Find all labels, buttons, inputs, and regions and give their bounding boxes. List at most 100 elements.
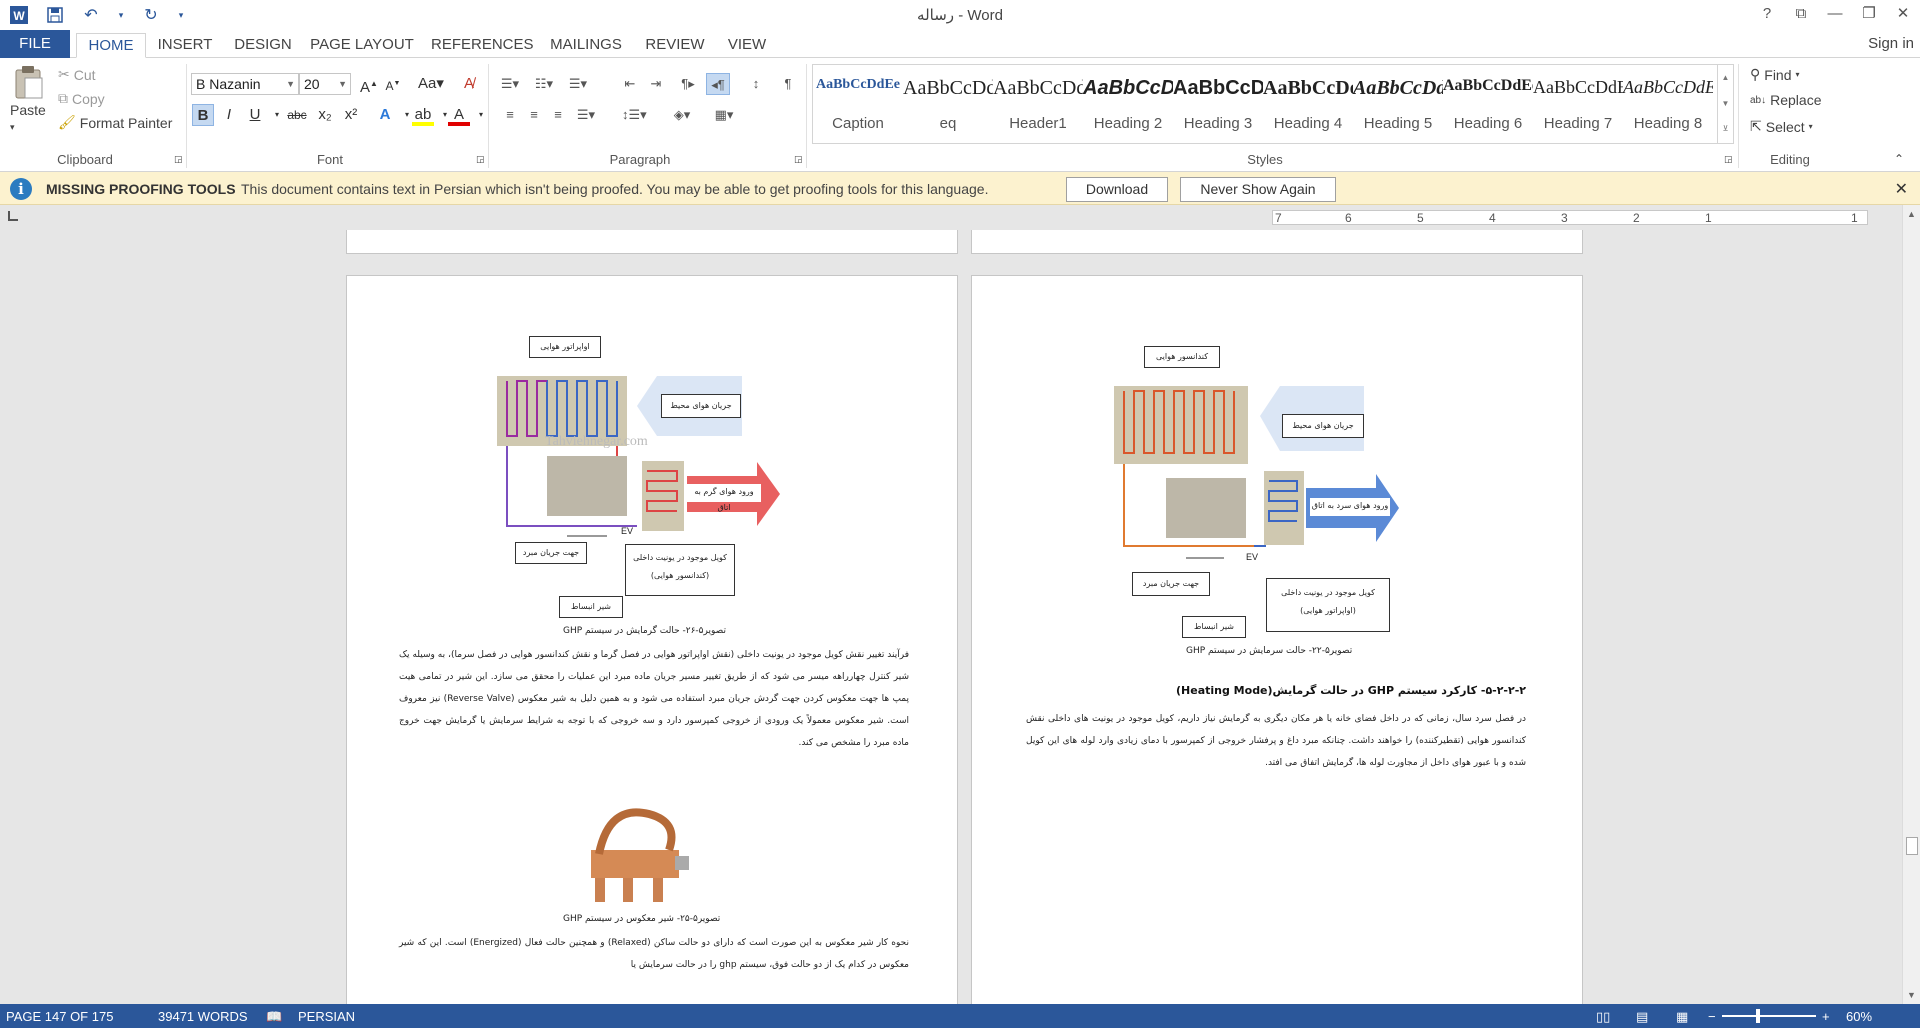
copy-button[interactable]: ⧉ Copy	[58, 90, 105, 107]
page-right[interactable]: کندانسور هوایی جریان هوای محیط ورود هوای…	[971, 275, 1583, 1004]
close-icon[interactable]: ✕	[1886, 0, 1920, 28]
print-layout-icon[interactable]: ▤	[1636, 1009, 1648, 1025]
style-heading-7[interactable]: AaBbCcDdEe Heading 7	[1533, 65, 1623, 143]
zoom-in-icon[interactable]: +	[1822, 1009, 1830, 1024]
collapse-ribbon-icon[interactable]: ⌃	[1894, 152, 1904, 166]
tab-home[interactable]: HOME	[76, 33, 146, 58]
style-heading-5[interactable]: AaBbCcDdEe Heading 5	[1353, 65, 1443, 143]
bold-button[interactable]: B	[192, 104, 214, 126]
more-styles-icon[interactable]: ⊻	[1718, 117, 1733, 141]
line-spacing-icon[interactable]: ↕☰▾	[622, 104, 647, 126]
styles-scroll[interactable]: ▲ ▼ ⊻	[1717, 65, 1733, 143]
tab-review[interactable]: REVIEW	[640, 33, 710, 58]
clear-formatting-icon[interactable]: A̸	[458, 73, 480, 95]
style-heading-6[interactable]: AaBbCcDdEe Heading 6	[1443, 65, 1533, 143]
increase-indent-icon[interactable]: ⇥	[644, 73, 668, 95]
subscript-button[interactable]: x₂	[314, 104, 336, 126]
minimize-icon[interactable]: —	[1818, 0, 1852, 28]
font-name-combo[interactable]: B Nazanin ▼	[191, 73, 299, 95]
chevron-down-icon[interactable]: ▼	[1907, 990, 1916, 1000]
style-caption[interactable]: AaBbCcDdEe Caption	[813, 65, 903, 143]
align-left-icon[interactable]: ≡	[498, 104, 522, 126]
help-icon[interactable]: ?	[1750, 0, 1784, 28]
horizontal-ruler[interactable]: 7 6 5 4 3 2 1 1	[0, 205, 1902, 230]
tab-page-layout[interactable]: PAGE LAYOUT	[310, 33, 414, 58]
scroll-thumb[interactable]	[1906, 837, 1918, 855]
ruler-bar[interactable]: 7 6 5 4 3 2 1 1	[1272, 210, 1868, 225]
text-effects-icon[interactable]: A	[374, 104, 396, 126]
chevron-up-icon[interactable]: ▲	[1718, 65, 1733, 91]
font-color-icon[interactable]: A	[448, 104, 470, 126]
tab-view[interactable]: VIEW	[722, 33, 772, 58]
rtl-direction-icon[interactable]: ◂¶	[706, 73, 730, 95]
replace-button[interactable]: ab↓ Replace	[1750, 92, 1822, 108]
highlight-icon[interactable]: ab	[412, 104, 434, 126]
shrink-font-icon[interactable]: A▼	[382, 73, 404, 95]
page-count[interactable]: PAGE 147 OF 175	[6, 1009, 113, 1024]
style-heading-8[interactable]: AaBbCcDdEe Heading 8	[1623, 65, 1713, 143]
zoom-slider-thumb[interactable]	[1756, 1009, 1760, 1023]
numbering-icon[interactable]: ☷▾	[532, 73, 556, 95]
clipboard-launcher-icon[interactable]: ◲	[174, 154, 183, 165]
shading-icon[interactable]: ◈▾	[670, 104, 694, 126]
ltr-direction-icon[interactable]: ¶▸	[676, 73, 700, 95]
close-icon[interactable]: ✕	[1895, 179, 1908, 199]
change-case-icon[interactable]: Aa▾	[414, 73, 448, 95]
align-center-icon[interactable]: ≡	[522, 104, 546, 126]
styles-launcher-icon[interactable]: ◲	[1724, 154, 1733, 165]
tab-insert[interactable]: INSERT	[156, 33, 214, 58]
borders-icon[interactable]: ▦▾	[712, 104, 736, 126]
font-launcher-icon[interactable]: ◲	[476, 154, 485, 165]
sort-icon[interactable]: ↕	[744, 73, 768, 95]
select-button[interactable]: ⇱ Select ▾	[1750, 118, 1813, 135]
style-eq[interactable]: AaBbCcDdEe eq	[903, 65, 993, 143]
read-mode-icon[interactable]: ▯▯	[1596, 1009, 1610, 1025]
never-show-again-button[interactable]: Never Show Again	[1180, 177, 1336, 202]
tab-references[interactable]: REFERENCES	[431, 33, 534, 58]
tab-selector-icon[interactable]	[8, 211, 18, 221]
superscript-button[interactable]: x²	[340, 104, 362, 126]
web-layout-icon[interactable]: ▦	[1676, 1009, 1688, 1025]
italic-button[interactable]: I	[218, 104, 240, 126]
zoom-out-icon[interactable]: −	[1708, 1009, 1716, 1024]
paste-dropdown[interactable]: ▾	[10, 122, 15, 133]
page-top-left[interactable]	[346, 230, 958, 254]
font-size-combo[interactable]: 20 ▼	[299, 73, 351, 95]
tab-file[interactable]: FILE	[0, 30, 70, 58]
justify-icon[interactable]: ☰▾	[574, 104, 598, 126]
vertical-scrollbar[interactable]: ▲ ▼	[1902, 205, 1920, 1004]
paste-button[interactable]: Paste	[10, 64, 46, 118]
page-left[interactable]: اواپراتور هوایی جریان هوای محیط Tahviehn…	[346, 275, 958, 1004]
chevron-down-icon[interactable]: ▼	[1718, 91, 1733, 117]
paragraph-launcher-icon[interactable]: ◲	[794, 154, 803, 165]
word-count[interactable]: 39471 WORDS	[158, 1009, 248, 1024]
download-button[interactable]: Download	[1066, 177, 1168, 202]
strikethrough-button[interactable]: abc	[282, 104, 312, 126]
decrease-indent-icon[interactable]: ⇤	[618, 73, 642, 95]
style-heading-4[interactable]: AaBbCcDdEe Heading 4	[1263, 65, 1353, 143]
restore-icon[interactable]: ❐	[1852, 0, 1886, 28]
proofing-icon[interactable]: 📖	[266, 1009, 282, 1025]
underline-button[interactable]: U	[244, 104, 266, 126]
grow-font-icon[interactable]: A▲	[358, 73, 380, 96]
align-right-icon[interactable]: ≡	[546, 104, 570, 126]
tab-mailings[interactable]: MAILINGS	[547, 33, 625, 58]
bullets-icon[interactable]: ☰▾	[498, 73, 522, 95]
find-button[interactable]: ⚲ Find ▾	[1750, 66, 1800, 83]
format-painter-button[interactable]: 🖌 Format Painter	[58, 114, 172, 131]
zoom-level[interactable]: 60%	[1846, 1009, 1872, 1024]
show-formatting-icon[interactable]: ¶	[776, 73, 800, 95]
chevron-up-icon[interactable]: ▲	[1907, 209, 1916, 219]
sign-in-link[interactable]: Sign in	[1868, 35, 1914, 52]
multilevel-list-icon[interactable]: ☰▾	[566, 73, 590, 95]
tab-design[interactable]: DESIGN	[232, 33, 294, 58]
style-heading-3[interactable]: AaBbCcDdEe Heading 3	[1173, 65, 1263, 143]
ribbon-display-options-icon[interactable]: ⧉	[1784, 0, 1818, 28]
page-top-right[interactable]	[971, 230, 1583, 254]
style-header1[interactable]: AaBbCcDdEe Header1	[993, 65, 1083, 143]
language-indicator[interactable]: PERSIAN	[298, 1009, 355, 1024]
zoom-slider[interactable]	[1722, 1015, 1816, 1017]
document-area[interactable]: اواپراتور هوایی جریان هوای محیط Tahviehn…	[0, 230, 1902, 1004]
style-heading-2[interactable]: AaBbCcDdEe Heading 2	[1083, 65, 1173, 143]
cut-button[interactable]: ✂ Cut	[58, 66, 96, 83]
